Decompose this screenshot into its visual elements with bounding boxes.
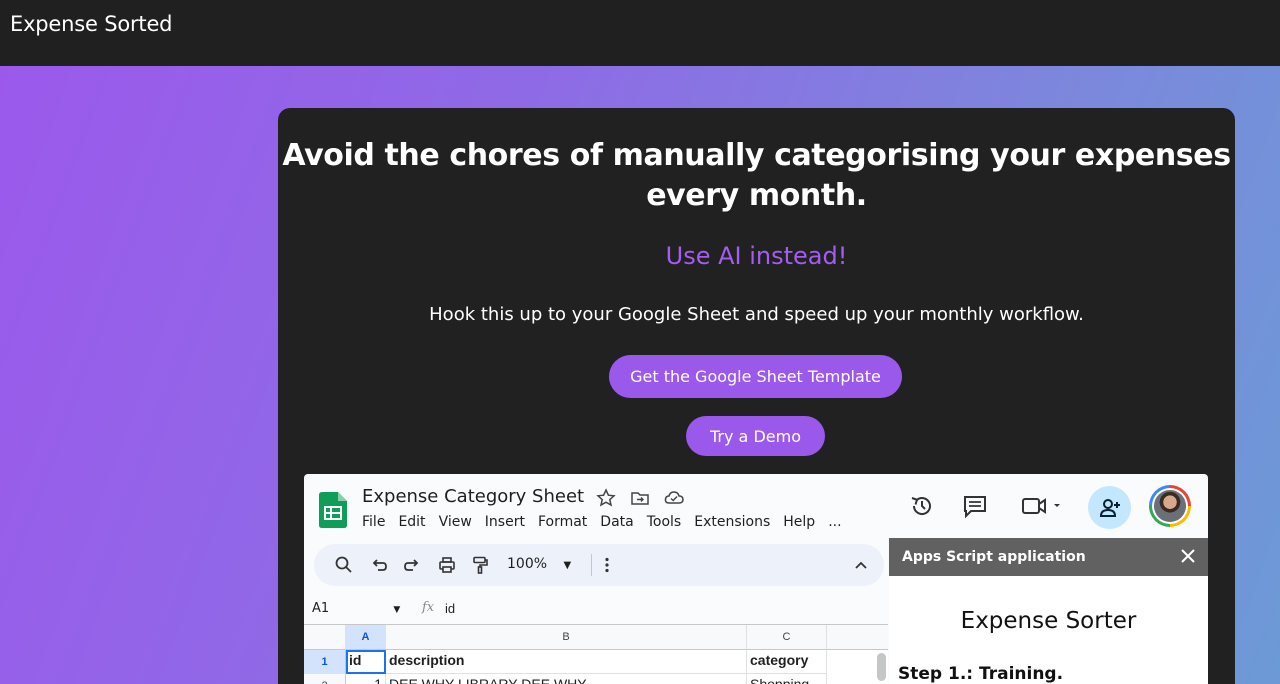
undo-icon[interactable]: [369, 555, 389, 575]
get-template-button[interactable]: Get the Google Sheet Template: [609, 355, 902, 398]
column-header-c[interactable]: C: [747, 625, 827, 650]
sheet-grid: A B C 1 id description category 2 1 DEE …: [304, 624, 888, 684]
headline-line-2: every month.: [646, 178, 867, 213]
try-demo-button[interactable]: Try a Demo: [686, 416, 825, 456]
history-icon[interactable]: [908, 492, 936, 520]
chevron-down-icon: ▼: [393, 605, 401, 615]
row-header-2[interactable]: 2: [304, 674, 346, 684]
row-header-1[interactable]: 1: [304, 650, 346, 674]
menu-format[interactable]: Format: [538, 514, 587, 530]
brand-name[interactable]: Expense Sorted: [10, 12, 172, 36]
fx-icon: fx: [422, 600, 435, 615]
meet-icon[interactable]: [1020, 492, 1064, 520]
cell-reference: A1: [312, 601, 330, 616]
menu-overflow[interactable]: ...: [828, 514, 841, 530]
formula-bar: A1 ▼ fx id: [304, 598, 888, 620]
sheet-title[interactable]: Expense Category Sheet: [362, 486, 584, 507]
chevron-down-icon: ▼: [563, 560, 572, 571]
toolbar-divider: [591, 554, 592, 576]
headline-line-1: Avoid the chores of manually categorisin…: [282, 138, 1231, 173]
cloud-status-icon[interactable]: [664, 488, 684, 508]
menu-tools[interactable]: Tools: [647, 514, 682, 530]
column-header-empty: [827, 625, 888, 650]
hero-headline: Avoid the chores of manually categorisin…: [278, 136, 1235, 216]
hero-subtitle: Hook this up to your Google Sheet and sp…: [429, 304, 1084, 325]
paint-format-icon[interactable]: [470, 555, 490, 575]
top-nav-bar: Expense Sorted: [0, 0, 1280, 66]
column-header-a[interactable]: A: [346, 625, 386, 650]
zoom-value: 100%: [507, 556, 548, 572]
step-heading: Step 1.: Training.: [898, 664, 1064, 684]
cell-b1[interactable]: description: [386, 650, 747, 674]
print-icon[interactable]: [437, 555, 457, 575]
cell-b2[interactable]: DEE WHY LIBRARY DEE WHY: [386, 674, 747, 684]
apps-script-sidebar: Apps Script application Expense Sorter S…: [889, 538, 1208, 684]
avatar[interactable]: [1149, 485, 1191, 527]
sheet-preview-screenshot: Expense Category Sheet File Edit View In…: [304, 474, 1208, 684]
menu-help[interactable]: Help: [783, 514, 815, 530]
move-folder-icon[interactable]: [630, 488, 650, 508]
ai-tagline: Use AI instead!: [665, 242, 848, 270]
comment-icon[interactable]: [961, 492, 989, 520]
close-icon[interactable]: [1178, 546, 1198, 566]
sidebar-header: Apps Script application: [889, 538, 1208, 576]
name-box[interactable]: A1 ▼: [312, 601, 400, 616]
avatar-ring: [1152, 488, 1188, 524]
cell-a1[interactable]: id: [346, 650, 386, 674]
menu-view[interactable]: View: [439, 514, 472, 530]
sheet-toolbar: 100% ▼: [314, 544, 884, 586]
star-icon[interactable]: [596, 488, 616, 508]
cell-c2[interactable]: Shopping: [747, 674, 827, 684]
sheets-logo-icon: [319, 492, 347, 528]
share-button[interactable]: [1088, 486, 1131, 529]
sheet-menu-bar: File Edit View Insert Format Data Tools …: [362, 514, 855, 530]
menu-file[interactable]: File: [362, 514, 385, 530]
app-title: Expense Sorter: [960, 608, 1137, 634]
menu-edit[interactable]: Edit: [398, 514, 425, 530]
more-vert-icon[interactable]: [597, 555, 617, 575]
search-icon[interactable]: [334, 555, 354, 575]
sidebar-title: Apps Script application: [902, 549, 1086, 565]
share-add-person-icon: [1099, 498, 1120, 517]
zoom-select[interactable]: 100% ▼: [507, 556, 571, 572]
collapse-icon[interactable]: [851, 555, 871, 575]
column-header-b[interactable]: B: [386, 625, 747, 650]
menu-extensions[interactable]: Extensions: [694, 514, 770, 530]
formula-input[interactable]: id: [445, 601, 455, 616]
vertical-scrollbar[interactable]: [877, 653, 886, 681]
avatar-photo: [1154, 490, 1186, 522]
redo-icon[interactable]: [402, 555, 422, 575]
menu-insert[interactable]: Insert: [485, 514, 525, 530]
menu-data[interactable]: Data: [600, 514, 633, 530]
select-all-corner[interactable]: [304, 625, 346, 650]
cell-c1[interactable]: category: [747, 650, 827, 674]
cell-a2[interactable]: 1: [346, 674, 386, 684]
